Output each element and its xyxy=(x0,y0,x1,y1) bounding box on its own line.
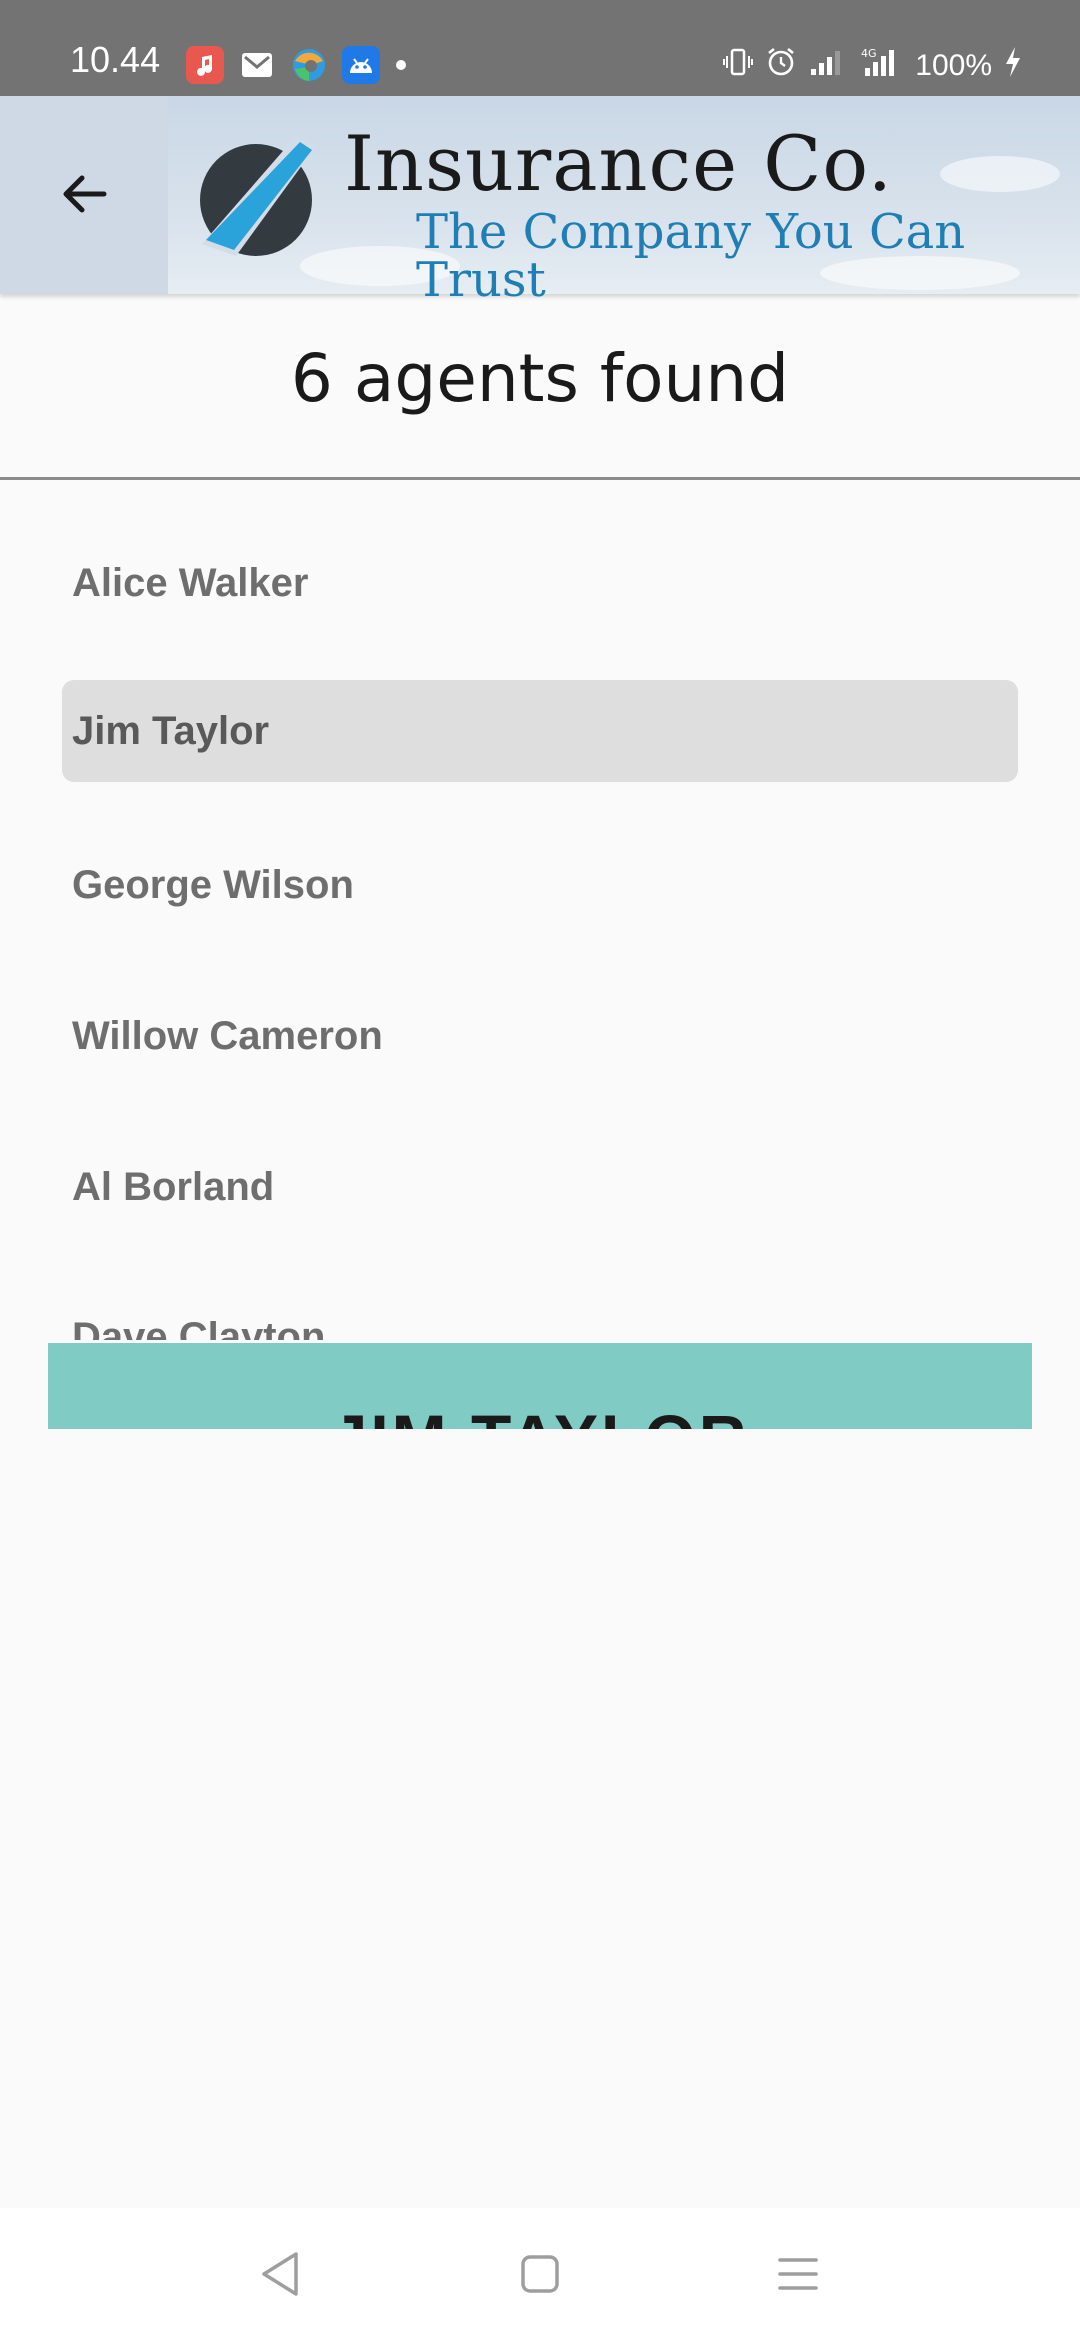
more-notifications-dot xyxy=(396,60,406,70)
app-header: Insurance Co. The Company You Can Trust xyxy=(0,96,1080,304)
charging-icon xyxy=(992,46,1022,86)
brand-tagline: The Company You Can Trust xyxy=(416,204,966,308)
agent-name: George Wilson xyxy=(72,862,354,907)
signal-icon xyxy=(797,47,843,85)
system-indicators: 4G 100% xyxy=(711,46,1022,86)
android-icon xyxy=(342,46,380,84)
back-nav-icon xyxy=(262,2252,298,2296)
selected-agent-label: JIM TAYLOR xyxy=(48,1405,1032,1429)
agent-list-item-selected[interactable]: Jim Taylor xyxy=(62,680,1018,782)
music-icon xyxy=(186,46,224,84)
brand-name: Insurance Co. xyxy=(344,119,893,208)
agent-name: Al Borland xyxy=(72,1164,275,1209)
company-logo-icon xyxy=(196,132,326,267)
back-button[interactable] xyxy=(52,162,116,226)
agent-list-item[interactable]: Willow Cameron xyxy=(62,985,1018,1087)
navigation-bar xyxy=(0,2208,1080,2340)
status-bar: 10.44 4G 100% xyxy=(0,0,1080,96)
vibrate-icon xyxy=(711,47,754,85)
selected-agent-button[interactable]: JIM TAYLOR xyxy=(48,1343,1032,1429)
status-time: 10.44 xyxy=(70,39,161,80)
browser-icon xyxy=(290,46,328,84)
menu-nav-icon xyxy=(778,2258,818,2290)
agent-list-item[interactable]: Dave Clayton xyxy=(62,1286,1018,1341)
arrow-back-icon xyxy=(63,175,107,213)
home-nav-icon xyxy=(521,2255,559,2293)
battery-percent: 100% xyxy=(915,49,992,82)
mail-icon xyxy=(238,46,276,84)
svg-text:4G: 4G xyxy=(861,47,877,60)
agent-name: Willow Cameron xyxy=(72,1013,383,1058)
agent-list-item[interactable]: George Wilson xyxy=(62,834,1018,936)
agent-name: Jim Taylor xyxy=(72,708,270,753)
agent-name: Dave Clayton xyxy=(72,1314,326,1341)
nav-back-button[interactable] xyxy=(248,2242,312,2306)
results-count: 6 agents found xyxy=(290,340,790,417)
notification-icons xyxy=(186,46,406,84)
agent-name: Alice Walker xyxy=(72,560,309,605)
agent-list-item[interactable]: Al Borland xyxy=(62,1136,1018,1238)
nav-menu-button[interactable] xyxy=(766,2242,830,2306)
alarm-icon xyxy=(753,46,797,86)
agent-list[interactable]: Alice Walker Jim Taylor George Wilson Wi… xyxy=(0,480,1080,1340)
nav-home-button[interactable] xyxy=(508,2242,572,2306)
agent-list-item[interactable]: Alice Walker xyxy=(62,532,1018,634)
signal-4g-icon: 4G xyxy=(843,46,901,86)
